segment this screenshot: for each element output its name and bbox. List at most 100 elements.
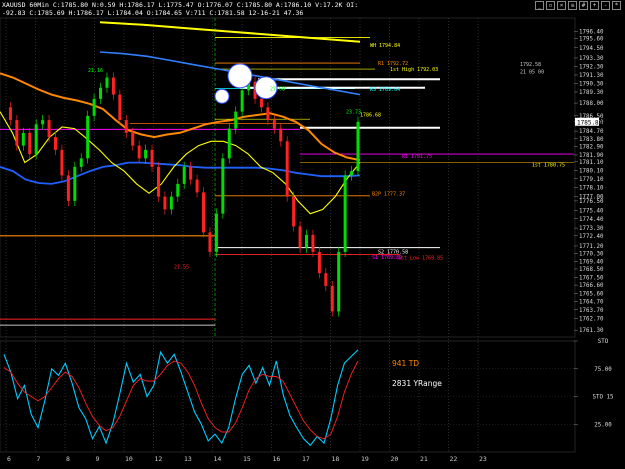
yellow-upper-ma-line — [99, 21, 361, 43]
x-tick-label: 20 — [391, 455, 399, 463]
y-tick-label: 1770.30 — [579, 252, 604, 258]
candle-body — [144, 149, 148, 159]
candle-body — [324, 273, 328, 286]
x-tick-label: 23 — [479, 455, 487, 463]
level-annotation: WH 1794.84 — [370, 43, 400, 49]
candle-body — [337, 251, 341, 312]
blue-ma-line — [0, 161, 361, 185]
yrange-label: 2831 YRange — [392, 379, 442, 388]
candle-body — [15, 120, 19, 146]
candle-body — [343, 175, 347, 252]
candle-body — [279, 128, 283, 142]
x-tick-label: 8 — [66, 455, 70, 463]
x-tick-label: 19 — [361, 455, 369, 463]
y-tick-label: 1779.10 — [579, 177, 604, 183]
last-price-label: 1785.80 — [577, 119, 603, 126]
pivot-bubble — [214, 88, 230, 104]
candle-body — [176, 183, 180, 197]
candle-body — [202, 192, 206, 233]
osc-y-tick-label: STO — [598, 339, 609, 345]
candle-body — [266, 107, 270, 121]
x-tick-label: 10 — [125, 455, 133, 463]
candle-body — [53, 137, 57, 150]
candle-body — [137, 145, 141, 159]
y-tick-label: 1790.30 — [579, 82, 604, 88]
y-tick-label: 1764.70 — [579, 299, 604, 305]
level-annotation: 1786.68 — [360, 112, 381, 118]
level-annotation: 1st High 1792.03 — [390, 67, 438, 73]
candle-body — [317, 251, 321, 274]
x-tick-label: 22 — [450, 455, 458, 463]
x-tick-label: 16 — [273, 455, 281, 463]
candle-body — [356, 121, 360, 172]
candle-body — [195, 179, 199, 193]
candle-body — [208, 232, 212, 252]
y-tick-label: 1781.90 — [579, 153, 604, 159]
candle-body — [124, 120, 128, 133]
x-tick-label: 13 — [184, 455, 192, 463]
oscillator-pane-border — [0, 340, 576, 453]
y-tick-label: 1767.50 — [579, 275, 604, 281]
y-tick-label: 1778.10 — [579, 185, 604, 191]
candle-body — [182, 166, 186, 184]
y-tick-label: 1763.70 — [579, 308, 604, 314]
osc-y-tick-label: 25.00 — [594, 422, 612, 428]
y-tick-label: 1776.50 — [579, 199, 604, 205]
candle-body — [99, 87, 103, 99]
y-tick-label: 1783.80 — [579, 137, 604, 143]
y-tick-label: 1768.50 — [579, 267, 604, 273]
pivot-bubble — [227, 63, 253, 89]
y-tick-label: 1795.60 — [579, 36, 604, 42]
y-tick-label: 1793.30 — [579, 56, 604, 62]
candle-body — [169, 196, 173, 210]
candle-body — [105, 77, 109, 88]
candle-body — [330, 285, 334, 312]
level-annotation: 1st Low 1769.85 — [398, 255, 443, 261]
y-tick-label: 1781.10 — [579, 160, 604, 166]
candle-body — [214, 213, 218, 252]
x-tick-label: 21 — [420, 455, 428, 463]
osc-y-tick-label: 75.00 — [594, 367, 612, 373]
candle-body — [285, 141, 289, 197]
price-chart: 6 7 8 9 10 12 13 14 15 16 17 18 19 20 21 22 231796.40179… — [0, 17, 614, 463]
x-tick-label: 6 — [7, 455, 11, 463]
y-tick-label: 1766.60 — [579, 283, 604, 289]
x-tick-label: 12 — [155, 455, 163, 463]
candle-body — [163, 196, 167, 210]
y-tick-label: 1782.90 — [579, 144, 604, 150]
level-annotation: 21.16 — [88, 68, 103, 74]
osc-fast-line — [3, 349, 359, 447]
candle-body — [272, 120, 276, 129]
candle-body — [350, 171, 354, 176]
level-annotation: 27.68 — [270, 87, 285, 93]
level-annotation: B2P 1777.37 — [372, 191, 405, 197]
y-tick-label: 1761.30 — [579, 328, 604, 334]
candle-body — [221, 158, 225, 214]
candle-body — [41, 120, 45, 125]
y-tick-label: 1794.50 — [579, 46, 604, 52]
level-annotation: R1 1781.75 — [402, 154, 432, 160]
y-tick-label: 1762.70 — [579, 316, 604, 322]
y-tick-label: 1784.70 — [579, 129, 604, 135]
candle-body — [131, 132, 135, 146]
x-tick-label: 14 — [214, 455, 222, 463]
candle-body — [73, 166, 77, 201]
y-tick-label: 1772.40 — [579, 234, 604, 240]
x-tick-label: 18 — [332, 455, 340, 463]
candle-body — [86, 115, 90, 159]
chart-root: XAUUSD 60Min C:1785.80 N:0.59 H:1786.17 … — [0, 0, 625, 469]
candle-body — [34, 124, 38, 155]
y-tick-label: 1792.30 — [579, 64, 604, 70]
level-annotation: 21.55 — [174, 264, 189, 270]
td-label: 941 TD — [392, 359, 419, 368]
y-tick-label: 1774.40 — [579, 217, 604, 223]
x-tick-label: 15 — [243, 455, 251, 463]
candle-body — [298, 226, 302, 248]
level-annotation: RS 1789.64 — [370, 87, 400, 93]
candle-body — [292, 196, 296, 227]
candle-body — [60, 149, 64, 176]
osc-y-tick-label: STO 15 — [593, 395, 614, 401]
x-tick-label: 17 — [302, 455, 310, 463]
y-tick-label: 1771.20 — [579, 244, 604, 250]
candle-body — [8, 107, 12, 121]
